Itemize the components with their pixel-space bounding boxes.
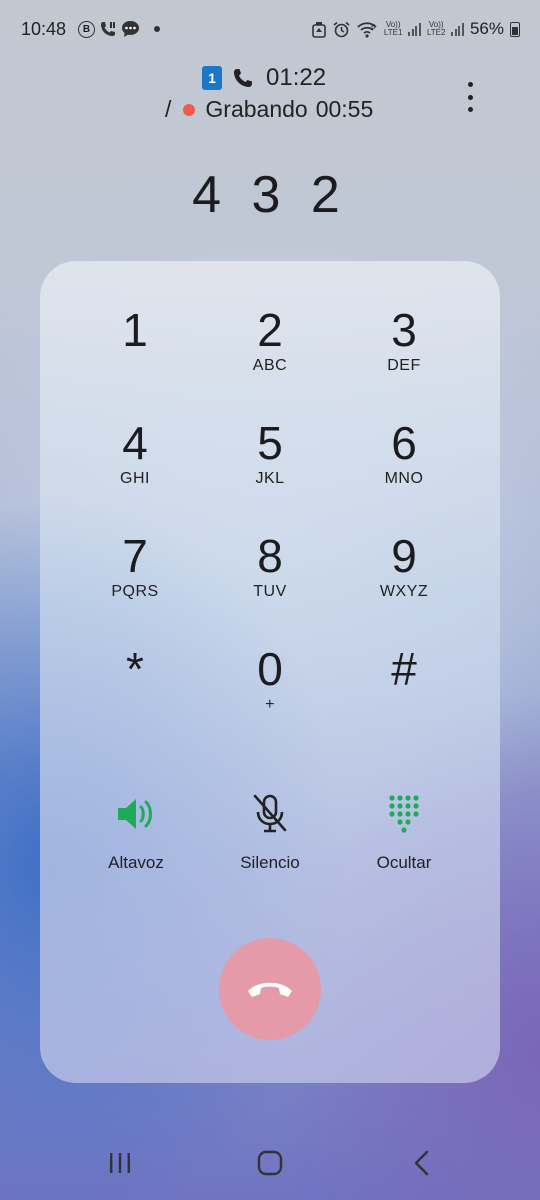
- key-7[interactable]: 7 PQRS: [70, 529, 200, 629]
- chat-bubble-icon: [122, 21, 139, 37]
- hide-label: Ocultar: [376, 853, 432, 872]
- sim-badge-icon: 1: [202, 66, 222, 90]
- navigation-bar: [0, 1130, 540, 1200]
- back-button[interactable]: [402, 1148, 442, 1178]
- key-hash[interactable]: #: [339, 642, 469, 742]
- key-4[interactable]: 4 GHI: [70, 416, 200, 516]
- recent-apps-button[interactable]: [100, 1148, 140, 1178]
- notification-icons: B: [78, 20, 160, 38]
- speaker-button[interactable]: Altavoz: [66, 789, 206, 873]
- phone-icon: [234, 69, 252, 87]
- recording-row: / Grabando 00:55: [165, 96, 373, 123]
- system-icons: 6 Vo)) LTE1 Vo)) LTE2 56%: [311, 19, 520, 39]
- sim2-signal-icon: [451, 22, 464, 36]
- key-5[interactable]: 5 JKL: [205, 416, 335, 516]
- key-6[interactable]: 6 MNO: [339, 416, 469, 516]
- call-duration: 01:22: [266, 64, 327, 91]
- mute-button[interactable]: Silencio: [200, 789, 340, 873]
- dialed-number: 4 3 2: [192, 166, 348, 224]
- recycle-icon: [312, 21, 326, 38]
- recording-time: 00:55: [315, 96, 374, 122]
- home-icon: [257, 1150, 283, 1176]
- keypad-panel: 1 2 ABC 3 DEF 4 GHI 5 JKL 6 MNO 7 PQRS 8…: [40, 261, 500, 1083]
- key-8[interactable]: 8 TUV: [205, 529, 335, 629]
- key-2[interactable]: 2 ABC: [205, 303, 335, 403]
- speaker-label: Altavoz: [108, 853, 164, 872]
- call-duration-row: 1 01:22: [202, 64, 326, 92]
- recent-apps-icon: [110, 1153, 130, 1173]
- key-star[interactable]: *: [70, 642, 200, 742]
- status-time: 10:48: [21, 19, 67, 39]
- key-1[interactable]: 1: [70, 303, 200, 403]
- mute-label: Silencio: [240, 853, 300, 872]
- sim1-indicator: Vo)) LTE1: [383, 20, 403, 37]
- dot-icon: [154, 26, 160, 32]
- separator: /: [165, 96, 172, 122]
- hang-up-icon: [248, 982, 292, 997]
- sim2-indicator: Vo)) LTE2: [426, 20, 446, 37]
- home-button[interactable]: [250, 1148, 290, 1178]
- mic-off-icon: [253, 794, 287, 833]
- status-bar: 10:48 B 6 Vo)) LTE1 Vo)) LTE2 56%: [0, 0, 540, 60]
- recording-dot-icon: [183, 103, 196, 116]
- sim1-signal-icon: [408, 22, 421, 36]
- dialpad-icon: [389, 795, 419, 833]
- alarm-icon: [333, 21, 350, 37]
- key-3[interactable]: 3 DEF: [339, 303, 469, 403]
- call-voicemail-icon: [101, 22, 115, 36]
- battery-icon: [510, 21, 520, 37]
- key-0[interactable]: 0 +: [205, 642, 335, 742]
- more-options-icon[interactable]: [462, 82, 478, 112]
- key-9[interactable]: 9 WXYZ: [339, 529, 469, 629]
- end-call-button[interactable]: [219, 938, 321, 1040]
- hide-keypad-button[interactable]: Ocultar: [334, 789, 474, 873]
- recording-label: Grabando: [205, 96, 308, 122]
- battery-percent: 56%: [469, 19, 504, 38]
- b-circle-icon: B: [78, 20, 95, 38]
- speaker-icon: [118, 799, 152, 829]
- back-icon: [414, 1150, 429, 1176]
- wifi-icon: 6: [357, 21, 377, 38]
- svg-text:6: 6: [371, 23, 376, 31]
